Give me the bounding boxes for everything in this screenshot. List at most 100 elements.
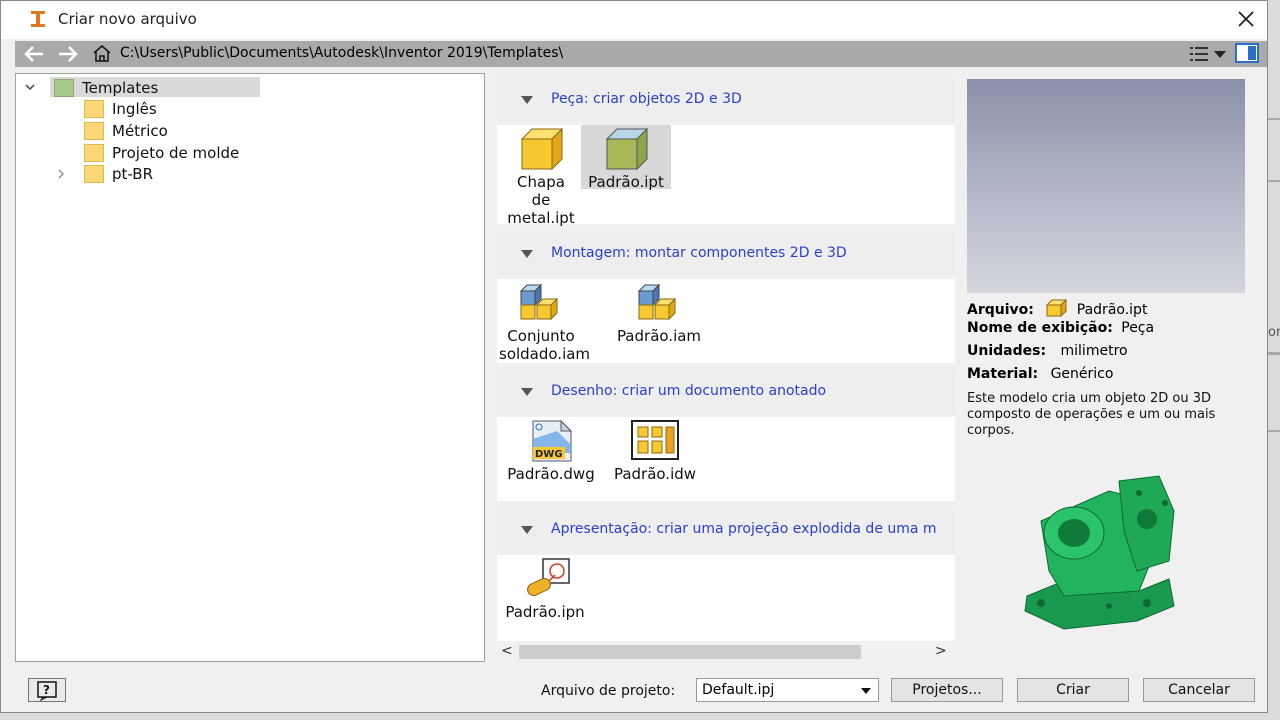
- template-padrao-ipn[interactable]: Padrão.ipn: [499, 557, 591, 621]
- window-title: Criar novo arquivo: [58, 10, 197, 28]
- folder-icon: [84, 122, 104, 140]
- group-header-montagem[interactable]: Montagem: montar componentes 2D e 3D: [497, 232, 955, 276]
- tree-item-label: Inglês: [112, 100, 157, 118]
- preview-pane-icon[interactable]: [1235, 43, 1259, 63]
- prop-value: Genérico: [1050, 366, 1114, 382]
- template-conjunto-soldado-iam[interactable]: Conjunto soldado.iam: [499, 281, 591, 363]
- group-title: Desenho: criar um documento anotado: [551, 383, 827, 399]
- tree-item-label: Templates: [82, 79, 159, 97]
- address-bar: C:\Users\Public\Documents\Autodesk\Inven…: [15, 41, 1267, 67]
- file-label-line: Conjunto: [507, 327, 575, 345]
- current-path[interactable]: C:\Users\Public\Documents\Autodesk\Inven…: [120, 45, 563, 61]
- tree-item-ingles[interactable]: Inglês: [84, 99, 157, 119]
- prop-label: Unidades:: [967, 343, 1047, 359]
- assembly-cubes-icon: [519, 283, 559, 321]
- list-view-icon[interactable]: [1189, 45, 1209, 63]
- file-label-line: Chapa: [517, 173, 565, 191]
- group-body-montagem: Conjunto soldado.iam Padrão.iam: [497, 279, 955, 363]
- tree-item-templates[interactable]: Templates: [54, 78, 158, 98]
- group-body-apresentacao: Padrão.ipn: [497, 555, 955, 641]
- tree-item-label: Métrico: [112, 122, 168, 140]
- prop-value: milimetro: [1060, 343, 1128, 359]
- file-label-line: metal.ipt: [507, 209, 575, 227]
- tree-item-metrico[interactable]: Métrico: [84, 121, 168, 141]
- folder-icon: [84, 165, 104, 183]
- tree-item-projeto-de-molde[interactable]: Projeto de molde: [84, 143, 239, 163]
- file-label-line: soldado.iam: [499, 345, 591, 363]
- close-icon[interactable]: [1234, 7, 1258, 31]
- project-file-select[interactable]: Default.ipj: [696, 678, 879, 702]
- prop-unidades: Unidades: milimetro: [967, 343, 1128, 359]
- template-padrao-dwg[interactable]: DWG Padrão.dwg: [499, 419, 603, 483]
- file-label-line: de: [531, 191, 551, 209]
- project-file-value: Default.ipj: [702, 682, 775, 698]
- dialog-footer: ? Arquivo de projeto: Default.ipj Projet…: [1, 666, 1267, 714]
- folder-icon: [84, 100, 104, 118]
- back-arrow-icon[interactable]: [23, 44, 45, 64]
- collapse-triangle-icon: [521, 388, 533, 396]
- horizontal-scrollbar[interactable]: < >: [497, 641, 955, 663]
- assembly-cubes-icon: [637, 283, 677, 321]
- help-glyph: ?: [43, 683, 50, 697]
- file-label-line: Padrão.dwg: [507, 465, 595, 483]
- prop-value: Peça: [1121, 320, 1155, 336]
- view-options-caret-icon[interactable]: [1214, 51, 1226, 58]
- tree-item-pt-br[interactable]: pt-BR: [84, 164, 153, 184]
- group-title: Peça: criar objetos 2D e 3D: [551, 91, 742, 107]
- file-label-line: Padrão.iam: [616, 327, 702, 345]
- scrollbar-thumb[interactable]: [519, 645, 861, 659]
- group-header-peca[interactable]: Peça: criar objetos 2D e 3D: [497, 78, 955, 122]
- template-padrao-idw[interactable]: Padrão.idw: [607, 419, 703, 483]
- file-label-line: Padrão.ipn: [505, 603, 585, 621]
- background-line: [1268, 180, 1280, 182]
- file-label-line: Padrão.idw: [613, 465, 697, 483]
- background-text: or: [1268, 325, 1280, 340]
- criar-button[interactable]: Criar: [1017, 678, 1129, 702]
- chevron-down-icon: [861, 688, 871, 694]
- template-list: Peça: criar objetos 2D e 3D Chapa de met…: [497, 73, 955, 641]
- dwg-file-icon: DWG: [532, 419, 573, 462]
- template-preview: [967, 79, 1245, 293]
- group-body-peca: Chapa de metal.ipt Padrão.ipt: [497, 125, 955, 227]
- home-icon[interactable]: [92, 43, 112, 63]
- chevron-right-icon[interactable]: [56, 169, 66, 179]
- template-padrao-iam[interactable]: Padrão.iam: [611, 281, 707, 345]
- folder-tree: Templates Inglês Métrico Projeto de mold…: [15, 73, 485, 662]
- scroll-left-icon[interactable]: <: [501, 643, 513, 659]
- chevron-down-icon[interactable]: [25, 82, 35, 92]
- prop-nome: Nome de exibição: Peça: [967, 320, 1154, 336]
- create-new-file-dialog: Criar novo arquivo C:\Users\Public\Docum…: [0, 0, 1268, 713]
- cancelar-button[interactable]: Cancelar: [1143, 678, 1255, 702]
- prop-material: Material: Genérico: [967, 366, 1113, 382]
- background-line: [1268, 352, 1280, 355]
- part-cube-icon: [605, 127, 649, 171]
- prop-label: Arquivo:: [967, 302, 1034, 318]
- template-padrao-ipt[interactable]: Padrão.ipt: [581, 125, 671, 191]
- part-model-thumbnail: [1024, 475, 1175, 630]
- template-chapa-de-metal-ipt[interactable]: Chapa de metal.ipt: [499, 127, 583, 227]
- inventor-app-icon: [31, 11, 45, 27]
- group-title: Montagem: montar componentes 2D e 3D: [551, 245, 847, 261]
- group-header-desenho[interactable]: Desenho: criar um documento anotado: [497, 370, 955, 414]
- collapse-triangle-icon: [521, 250, 533, 258]
- file-label-line: Padrão.ipt: [588, 173, 664, 191]
- group-body-desenho: DWG Padrão.dwg Padrão.idw: [497, 417, 955, 501]
- collapse-triangle-icon: [521, 526, 533, 534]
- prop-arquivo: Arquivo: Padrão.ipt: [967, 298, 1147, 318]
- help-button[interactable]: ?: [28, 678, 66, 702]
- collapse-triangle-icon: [521, 96, 533, 104]
- presentation-icon: [527, 558, 570, 597]
- group-title: Apresentação: criar uma projeção explodi…: [551, 521, 937, 537]
- prop-label: Material:: [967, 366, 1039, 382]
- dwg-badge-text: DWG: [535, 449, 563, 460]
- part-cube-icon: [520, 127, 564, 171]
- scroll-right-icon[interactable]: >: [935, 643, 947, 659]
- group-header-apresentacao[interactable]: Apresentação: criar uma projeção explodi…: [497, 508, 955, 552]
- projetos-button[interactable]: Projetos...: [891, 678, 1003, 702]
- background-line: [1268, 430, 1280, 432]
- title-bar: Criar novo arquivo: [1, 1, 1267, 39]
- forward-arrow-icon[interactable]: [57, 44, 79, 64]
- background-line: [1268, 118, 1280, 120]
- help-icon: ?: [37, 681, 57, 702]
- folder-icon: [54, 79, 74, 97]
